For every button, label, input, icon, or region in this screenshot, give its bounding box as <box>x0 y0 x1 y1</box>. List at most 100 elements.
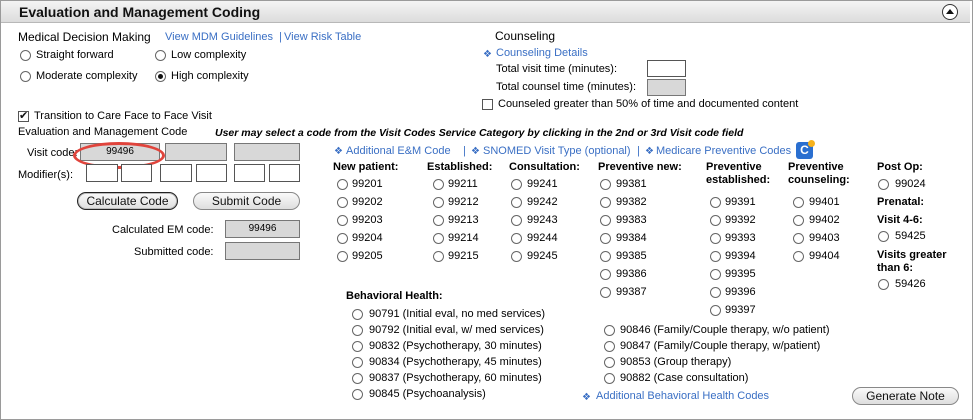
radio-99203[interactable] <box>337 215 348 226</box>
code-99212: 99212 <box>448 196 479 208</box>
collapse-up-icon[interactable] <box>942 4 958 20</box>
calculated-em-code-value: 99496 <box>225 220 300 238</box>
visits-greater-header-2: than 6: <box>877 262 914 274</box>
radio-59426[interactable] <box>878 279 889 290</box>
code-99242: 99242 <box>527 196 558 208</box>
radio-99241[interactable] <box>511 179 522 190</box>
radio-99397[interactable] <box>710 305 721 316</box>
moderate-complexity-label: Moderate complexity <box>36 70 138 82</box>
submitted-code-label: Submitted code: <box>134 246 214 258</box>
submitted-code-input[interactable] <box>225 242 300 260</box>
radio-99244[interactable] <box>511 233 522 244</box>
radio-90834[interactable] <box>352 357 363 368</box>
mdm-label: Medical Decision Making <box>18 30 151 44</box>
radio-99395[interactable] <box>710 269 721 280</box>
radio-99211[interactable] <box>433 179 444 190</box>
code-59426: 59426 <box>895 278 926 290</box>
radio-moderate-complexity[interactable] <box>20 71 31 82</box>
radio-99024[interactable] <box>878 179 889 190</box>
radio-99243[interactable] <box>511 215 522 226</box>
code-99382: 99382 <box>616 196 647 208</box>
modifier-input-3[interactable] <box>160 164 192 182</box>
radio-90882[interactable] <box>604 373 615 384</box>
medicare-preventive-codes-link[interactable]: Medicare Preventive Codes <box>656 145 791 157</box>
diamond-icon: ❖ <box>645 146 654 157</box>
modifier-input-4[interactable] <box>196 164 227 182</box>
established-header: Established: <box>427 161 493 173</box>
radio-99386[interactable] <box>600 269 611 280</box>
code-99385: 99385 <box>616 250 647 262</box>
link-separator: | <box>637 145 640 157</box>
radio-99384[interactable] <box>600 233 611 244</box>
radio-99213[interactable] <box>433 215 444 226</box>
view-mdm-guidelines-link[interactable]: View MDM Guidelines <box>165 31 273 43</box>
additional-em-code-link[interactable]: Additional E&M Code <box>346 145 451 157</box>
visit-code-input-3[interactable] <box>234 143 300 161</box>
radio-99403[interactable] <box>793 233 804 244</box>
radio-99382[interactable] <box>600 197 611 208</box>
counseled-greater-checkbox[interactable] <box>482 99 493 110</box>
consultation-header: Consultation: <box>509 161 580 173</box>
radio-99396[interactable] <box>710 287 721 298</box>
radio-99402[interactable] <box>793 215 804 226</box>
radio-90853[interactable] <box>604 357 615 368</box>
radio-99381[interactable] <box>600 179 611 190</box>
radio-99393[interactable] <box>710 233 721 244</box>
link-separator[interactable]: View Risk Table <box>284 31 361 43</box>
radio-90791[interactable] <box>352 309 363 320</box>
radio-99245[interactable] <box>511 251 522 262</box>
radio-90837[interactable] <box>352 373 363 384</box>
code-99391: 99391 <box>725 196 756 208</box>
code-90853: 90853 (Group therapy) <box>620 356 732 368</box>
radio-99392[interactable] <box>710 215 721 226</box>
radio-59425[interactable] <box>878 231 889 242</box>
counseling-details-link[interactable]: Counseling Details <box>496 47 588 59</box>
snomed-visit-type-link[interactable]: SNOMED Visit Type (optional) <box>483 145 631 157</box>
radio-99391[interactable] <box>710 197 721 208</box>
modifier-input-1[interactable] <box>86 164 118 182</box>
total-counsel-time-input[interactable] <box>647 79 686 96</box>
modifier-input-2[interactable] <box>121 164 152 182</box>
radio-90832[interactable] <box>352 341 363 352</box>
radio-low-complexity[interactable] <box>155 50 166 61</box>
code-90834: 90834 (Psychotherapy, 45 minutes) <box>369 356 542 368</box>
radio-99202[interactable] <box>337 197 348 208</box>
additional-behavioral-health-codes-link[interactable]: Additional Behavioral Health Codes <box>596 390 769 402</box>
total-counsel-time-label: Total counsel time (minutes): <box>496 81 636 93</box>
radio-99204[interactable] <box>337 233 348 244</box>
modifier-input-6[interactable] <box>269 164 300 182</box>
radio-99205[interactable] <box>337 251 348 262</box>
modifier-input-5[interactable] <box>234 164 265 182</box>
radio-99383[interactable] <box>600 215 611 226</box>
radio-99387[interactable] <box>600 287 611 298</box>
radio-90845[interactable] <box>352 389 363 400</box>
radio-99212[interactable] <box>433 197 444 208</box>
total-visit-time-input[interactable] <box>647 60 686 77</box>
radio-99401[interactable] <box>793 197 804 208</box>
generate-note-button[interactable]: Generate Note <box>852 387 959 405</box>
radio-90847[interactable] <box>604 341 615 352</box>
submit-code-button[interactable]: Submit Code <box>193 192 300 210</box>
radio-99201[interactable] <box>337 179 348 190</box>
radio-straight-forward[interactable] <box>20 50 31 61</box>
visit-code-input-2[interactable] <box>165 143 227 161</box>
code-99024: 99024 <box>895 178 926 190</box>
radio-99394[interactable] <box>710 251 721 262</box>
code-99404: 99404 <box>809 250 840 262</box>
code-99403: 99403 <box>809 232 840 244</box>
calculate-code-button[interactable]: Calculate Code <box>77 192 178 210</box>
diamond-icon: ❖ <box>334 146 343 157</box>
radio-90792[interactable] <box>352 325 363 336</box>
post-op-header: Post Op: <box>877 161 923 173</box>
medicare-c-icon[interactable]: C <box>796 140 815 159</box>
radio-99242[interactable] <box>511 197 522 208</box>
radio-99214[interactable] <box>433 233 444 244</box>
code-99204: 99204 <box>352 232 383 244</box>
radio-99215[interactable] <box>433 251 444 262</box>
radio-high-complexity[interactable] <box>155 71 166 82</box>
transition-checkbox[interactable] <box>18 109 29 122</box>
radio-99385[interactable] <box>600 251 611 262</box>
radio-99404[interactable] <box>793 251 804 262</box>
code-99397: 99397 <box>725 304 756 316</box>
radio-90846[interactable] <box>604 325 615 336</box>
